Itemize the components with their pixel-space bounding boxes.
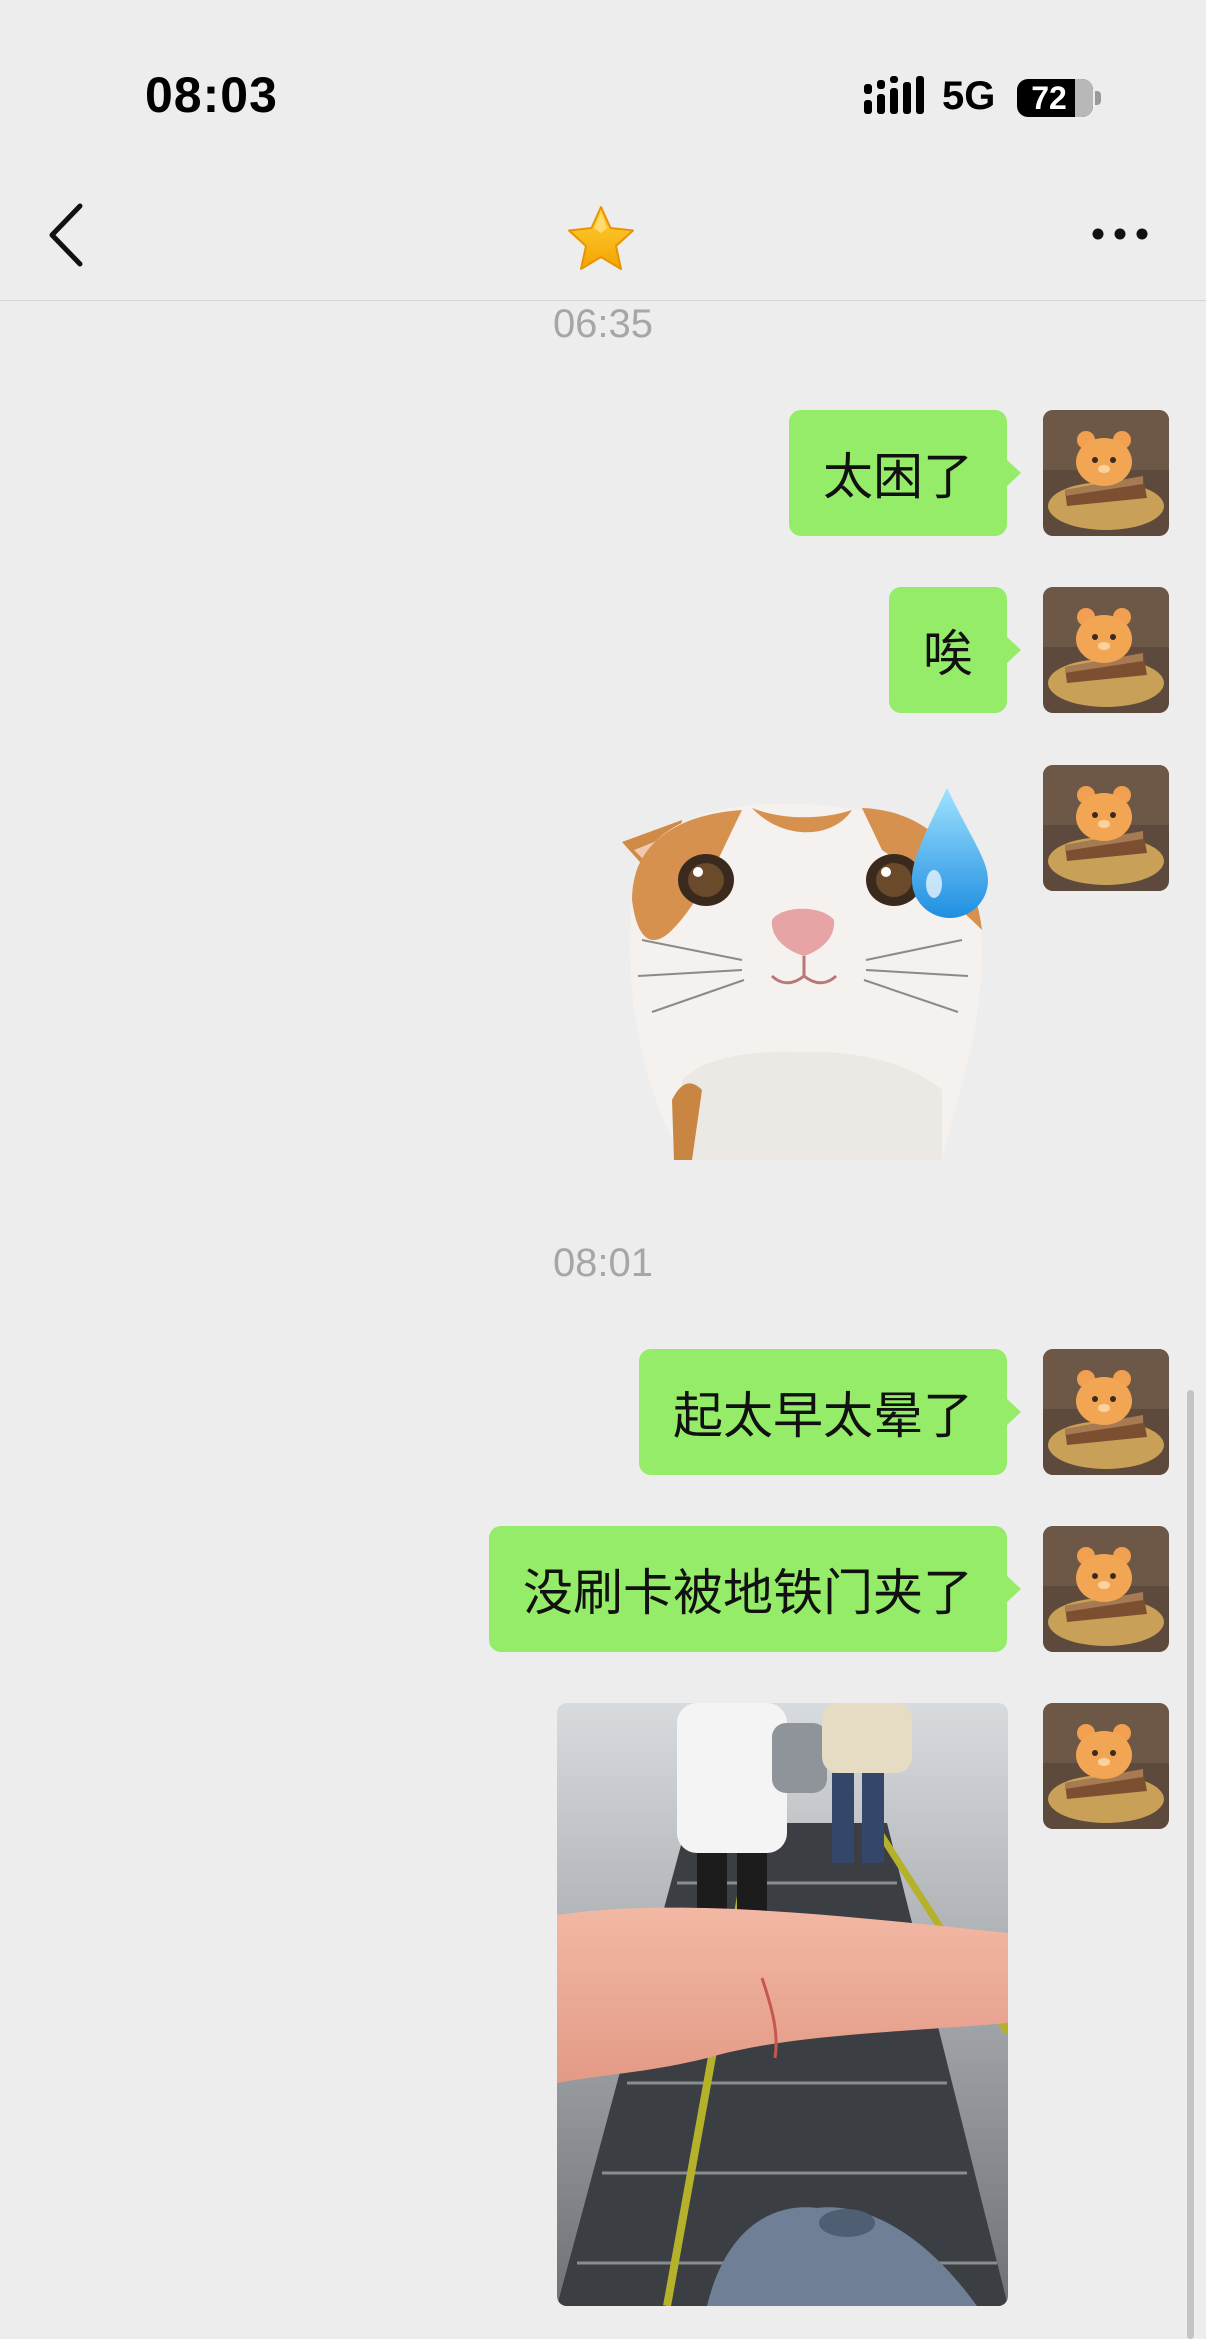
cat-sweat-sticker[interactable]	[612, 780, 998, 1160]
nav-divider	[0, 300, 1206, 301]
battery-level: 72	[1031, 80, 1067, 116]
timestamp: 08:01	[552, 1241, 654, 1285]
battery-icon: 72	[1017, 79, 1093, 117]
ellipsis-icon[interactable]	[1090, 216, 1150, 252]
chevron-left-icon[interactable]	[44, 200, 88, 270]
avatar[interactable]	[1043, 587, 1169, 713]
network-type: 5G	[942, 74, 996, 118]
message-bubble[interactable]: 起太早太晕了	[639, 1349, 1021, 1475]
avatar[interactable]	[1043, 410, 1169, 536]
star-icon	[568, 206, 634, 270]
battery-tip	[1095, 91, 1101, 105]
avatar[interactable]	[1043, 1703, 1169, 1829]
avatar[interactable]	[1043, 1349, 1169, 1475]
message-bubble[interactable]: 太困了	[789, 410, 1021, 536]
escalator-arm-photo[interactable]	[557, 1703, 1008, 2306]
status-time: 08:03	[145, 67, 278, 123]
avatar[interactable]	[1043, 1526, 1169, 1652]
signal-bars-icon	[864, 76, 924, 114]
timestamp: 06:35	[552, 302, 654, 346]
message-bubble[interactable]: 没刷卡被地铁门夹了	[489, 1526, 1021, 1652]
message-bubble[interactable]: 唉	[889, 587, 1021, 713]
avatar[interactable]	[1043, 765, 1169, 891]
chat-screen: 08:03 5G 72 06:35 太困了 唉 08:01 起太早太晕了 没刷卡…	[0, 0, 1206, 2339]
scrollbar[interactable]	[1187, 1390, 1194, 2339]
